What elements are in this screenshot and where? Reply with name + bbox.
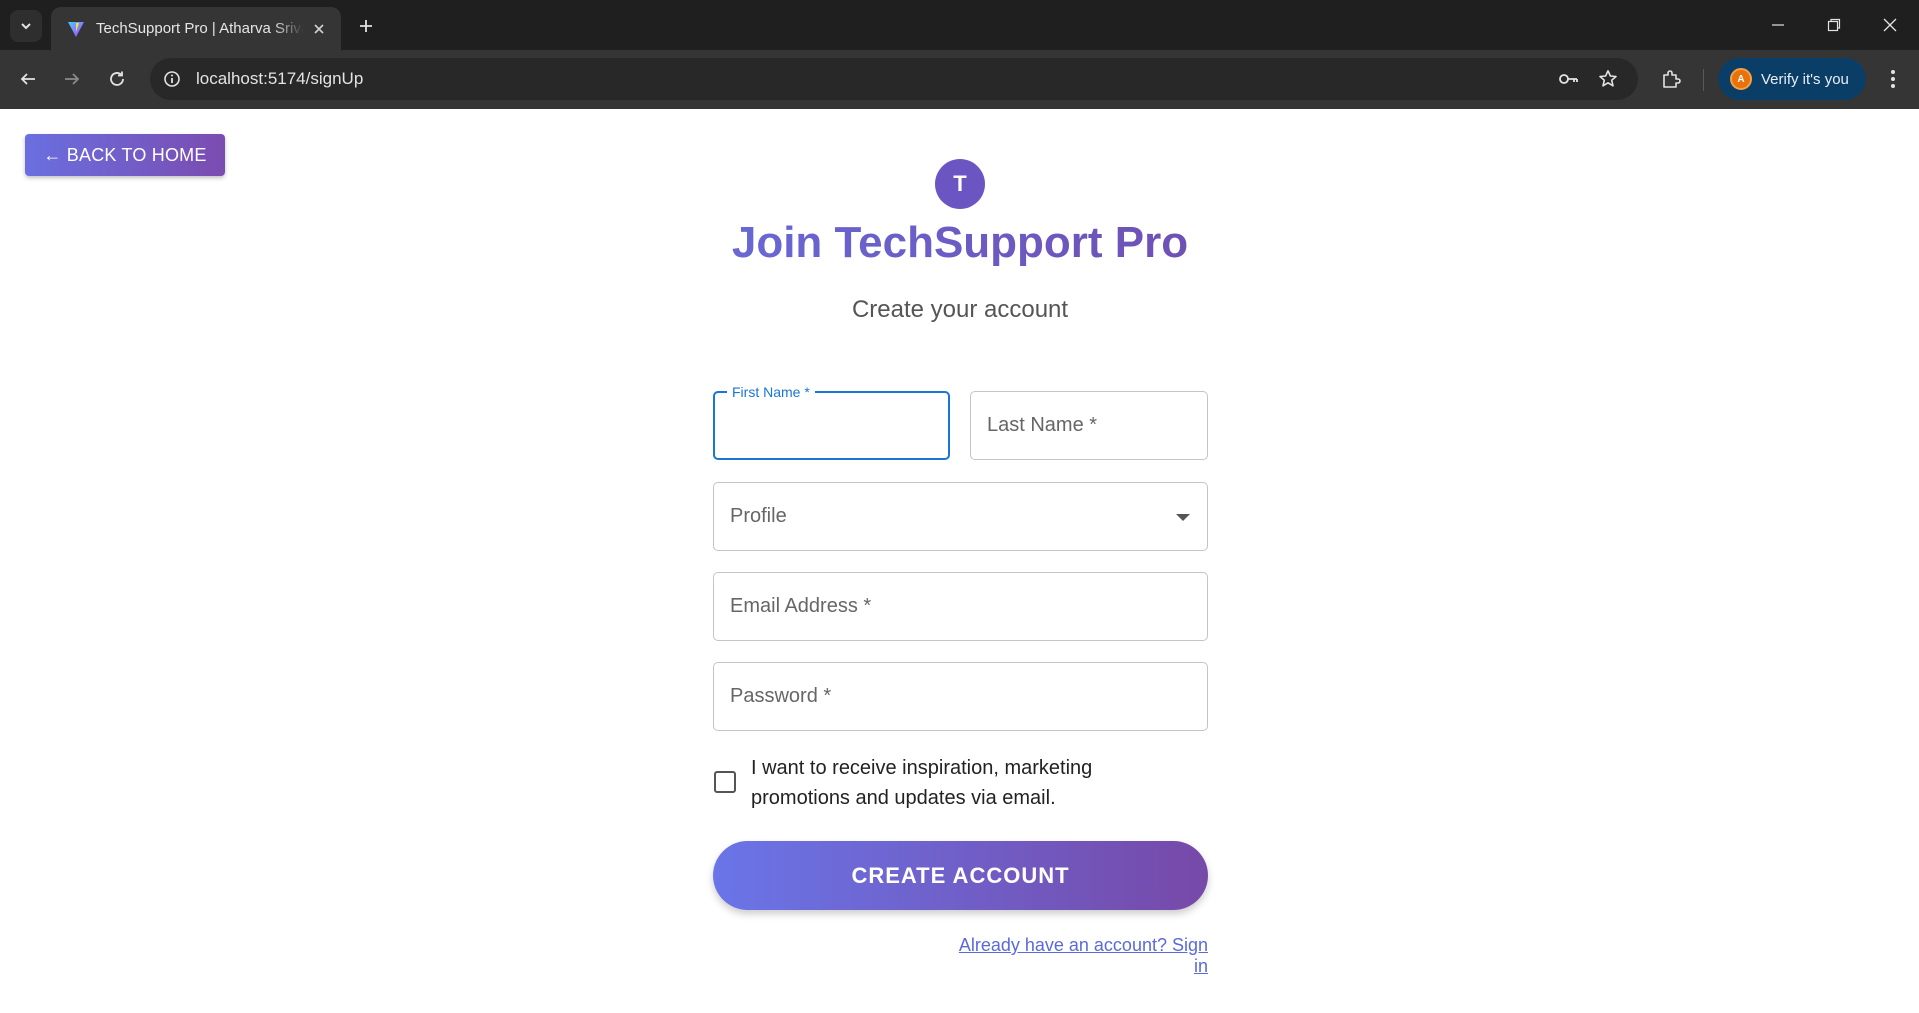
profile-label: Profile xyxy=(730,505,787,527)
password-label: Password * xyxy=(730,685,832,707)
puzzle-icon xyxy=(1663,70,1681,88)
plus-icon xyxy=(360,20,372,32)
sign-in-link[interactable]: Already have an account? Sign in xyxy=(940,935,1208,977)
restore-window-button[interactable] xyxy=(1806,0,1862,50)
back-to-home-button[interactable]: ← BACK TO HOME xyxy=(25,134,225,176)
last-name-field[interactable]: Last Name * xyxy=(970,391,1208,460)
verify-label: Verify it's you xyxy=(1761,70,1849,88)
more-vertical-icon xyxy=(1891,70,1895,88)
email-field[interactable]: Email Address * xyxy=(713,572,1208,641)
address-bar[interactable]: localhost:5174/signUp xyxy=(150,58,1638,100)
vite-favicon-icon xyxy=(68,21,84,37)
marketing-checkbox-label: I want to receive inspiration, marketing… xyxy=(751,757,1093,809)
tab-search-button[interactable] xyxy=(10,10,42,42)
password-key-icon[interactable] xyxy=(1552,63,1584,95)
minimize-icon xyxy=(1772,24,1784,26)
site-info-icon[interactable] xyxy=(156,63,188,95)
forward-nav-button[interactable] xyxy=(56,63,88,95)
email-label: Email Address * xyxy=(730,595,872,617)
reload-button[interactable] xyxy=(101,63,133,95)
toolbar-divider xyxy=(1703,69,1704,91)
create-account-button[interactable]: CREATE ACCOUNT xyxy=(713,841,1208,910)
bookmark-star-icon[interactable] xyxy=(1592,63,1624,95)
new-tab-button[interactable] xyxy=(352,12,380,40)
page-title: Join TechSupport Pro xyxy=(560,218,1360,268)
url-text: localhost:5174/signUp xyxy=(196,69,364,88)
tab-close-icon[interactable] xyxy=(309,19,329,39)
verify-profile-button[interactable]: A Verify it's you xyxy=(1718,58,1866,100)
extensions-button[interactable] xyxy=(1655,63,1687,95)
signup-page: ← BACK TO HOME T Join TechSupport Pro Cr… xyxy=(0,109,1919,1013)
password-field[interactable]: Password * xyxy=(713,662,1208,731)
first-name-field[interactable]: First Name * xyxy=(713,384,950,460)
first-name-label: First Name * xyxy=(727,384,815,400)
close-icon xyxy=(1883,18,1897,32)
browser-toolbar: localhost:5174/signUp A Verify it's you xyxy=(0,50,1919,109)
browser-tab-active[interactable]: TechSupport Pro | Atharva Srivastava xyxy=(51,7,341,50)
marketing-checkbox[interactable] xyxy=(714,771,736,793)
page-subtitle: Create your account xyxy=(851,296,1069,323)
browser-menu-button[interactable] xyxy=(1877,63,1909,95)
profile-select[interactable]: Profile xyxy=(713,482,1208,551)
arrow-right-icon xyxy=(65,73,80,85)
logo-avatar: T xyxy=(935,159,985,209)
tab-title: TechSupport Pro | Atharva Srivastava xyxy=(96,20,304,37)
back-nav-button[interactable] xyxy=(12,63,44,95)
minimize-window-button[interactable] xyxy=(1750,0,1806,50)
reload-icon xyxy=(110,71,124,86)
close-window-button[interactable] xyxy=(1862,0,1918,50)
dropdown-arrow-icon xyxy=(1176,514,1190,521)
profile-avatar: A xyxy=(1730,68,1752,90)
restore-icon xyxy=(1827,18,1841,32)
arrow-left-icon xyxy=(20,73,35,85)
browser-tab-bar: TechSupport Pro | Atharva Srivastava xyxy=(0,0,1919,50)
chevron-down-icon xyxy=(21,23,31,30)
last-name-label: Last Name * xyxy=(987,414,1098,436)
